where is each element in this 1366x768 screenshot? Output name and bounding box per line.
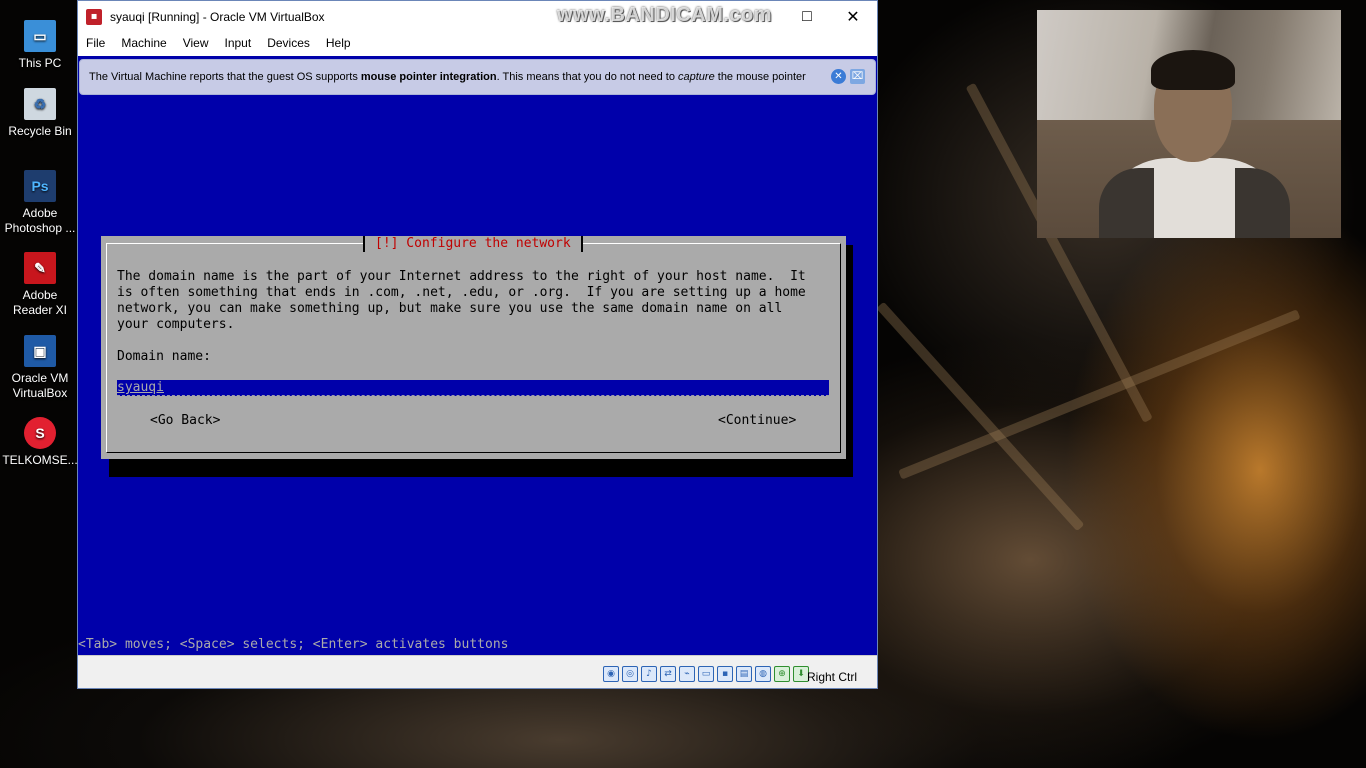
configure-network-dialog: [!] Configure the network The domain nam… <box>101 236 846 459</box>
virtualbox-icon: ▣ <box>24 335 56 367</box>
installer-key-hint: <Tab> moves; <Space> selects; <Enter> ac… <box>78 637 509 652</box>
host-key-label: Right Ctrl <box>806 670 857 684</box>
desktop-icon-recycle-bin[interactable]: ♻ Recycle Bin <box>2 88 78 139</box>
desktop-icon-label: TELKOMSE... <box>2 453 78 467</box>
do-not-show-again-icon[interactable]: ⌧ <box>850 69 865 84</box>
close-button[interactable]: ✕ <box>830 1 876 32</box>
menu-bar: File Machine View Input Devices Help <box>78 32 877 54</box>
video-capture-icon[interactable]: ▤ <box>736 666 752 682</box>
network-icon[interactable]: ⇄ <box>660 666 676 682</box>
photoshop-icon: Ps <box>24 170 56 202</box>
dialog-description: The domain name is the part of your Inte… <box>117 269 806 332</box>
maximize-button[interactable]: □ <box>784 1 830 32</box>
menu-machine[interactable]: Machine <box>113 36 174 50</box>
desktop-icon-label: Adobe Photoshop ... <box>4 206 76 235</box>
adobe-reader-icon: ✎ <box>24 252 56 284</box>
recycle-bin-icon: ♻ <box>24 88 56 120</box>
recording-icon[interactable]: ◍ <box>755 666 771 682</box>
desktop-icon-telkomsel[interactable]: S TELKOMSE... <box>2 417 78 468</box>
continue-button[interactable]: <Continue> <box>718 413 796 429</box>
bandicam-watermark: www.BANDICAM.com <box>557 4 773 26</box>
desktop-icon-virtualbox[interactable]: ▣ Oracle VM VirtualBox <box>2 335 78 401</box>
telkomsel-icon: S <box>24 417 56 449</box>
shared-folders-icon[interactable]: ▭ <box>698 666 714 682</box>
virtualbox-app-icon: ▪ <box>86 8 102 25</box>
mouse-integration-icon[interactable]: ⊕ <box>774 666 790 682</box>
usb-icon[interactable]: ⌁ <box>679 666 695 682</box>
notice-text: The Virtual Machine reports that the gue… <box>89 71 806 83</box>
vm-display[interactable]: The Virtual Machine reports that the gue… <box>78 56 877 655</box>
virtualbox-window: ▪ syauqi [Running] - Oracle VM VirtualBo… <box>77 0 878 689</box>
audio-icon[interactable]: ♪ <box>641 666 657 682</box>
desktop-icon-adobe-reader[interactable]: ✎ Adobe Reader XI <box>2 252 78 318</box>
virtualbox-status-bar: ◉ ◎ ♪ ⇄ ⌁ ▭ ▪ ▤ ◍ ⊕ ⬇ Right Ctrl <box>78 655 877 688</box>
desktop-icon-label: This PC <box>18 56 62 70</box>
desktop-icon-label: Oracle VM VirtualBox <box>11 371 69 400</box>
webcam-person-hair <box>1151 50 1235 90</box>
pc-icon: ▭ <box>24 20 56 52</box>
close-notice-icon[interactable]: ✕ <box>831 69 846 84</box>
desktop-icon-photoshop[interactable]: Ps Adobe Photoshop ... <box>2 170 78 236</box>
optical-drive-icon[interactable]: ◎ <box>622 666 638 682</box>
mouse-integration-notice: The Virtual Machine reports that the gue… <box>79 59 876 95</box>
go-back-button[interactable]: <Go Back> <box>150 413 220 429</box>
desktop-icon-this-pc[interactable]: ▭ This PC <box>2 20 78 71</box>
dialog-title: [!] Configure the network <box>363 236 583 252</box>
menu-help[interactable]: Help <box>318 36 359 50</box>
menu-input[interactable]: Input <box>217 36 260 50</box>
webcam-overlay <box>1037 10 1341 238</box>
menu-view[interactable]: View <box>175 36 217 50</box>
domain-name-value: syauqi <box>117 380 164 395</box>
menu-devices[interactable]: Devices <box>259 36 318 50</box>
desktop-icon-label: Adobe Reader XI <box>12 288 68 317</box>
menu-file[interactable]: File <box>78 36 113 50</box>
hard-disk-icon[interactable]: ◉ <box>603 666 619 682</box>
domain-name-input[interactable]: syauqi <box>117 380 829 396</box>
desktop-icon-label: Recycle Bin <box>8 124 72 138</box>
window-title: syauqi [Running] - Oracle VM VirtualBox <box>110 9 325 24</box>
domain-name-label: Domain name: <box>117 349 211 364</box>
display-icon[interactable]: ▪ <box>717 666 733 682</box>
